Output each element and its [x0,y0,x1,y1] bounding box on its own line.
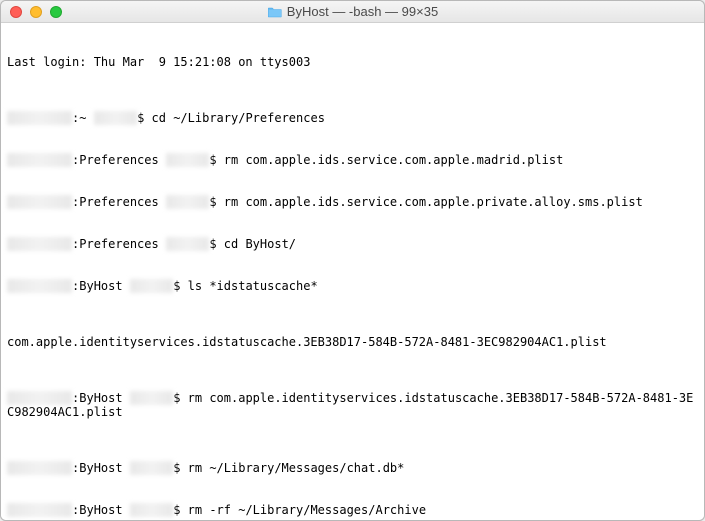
minimize-icon[interactable] [30,6,42,18]
command-line: xxxxxxxxx:Preferences xxxxxx$ cd ByHost/ [7,237,698,251]
command-line: xxxxxxxxx:Preferences xxxxxx$ rm com.app… [7,153,698,167]
output-line: com.apple.identityservices.idstatuscache… [7,335,698,349]
window-title: ByHost — -bash — 99×35 [287,4,438,19]
command-line: xxxxxxxxx:~ xxxxxx$ cd ~/Library/Prefere… [7,111,698,125]
terminal-output[interactable]: Last login: Thu Mar 9 15:21:08 on ttys00… [1,23,704,520]
window-title-group: ByHost — -bash — 99×35 [267,4,438,19]
close-icon[interactable] [10,6,22,18]
folder-icon [267,6,282,18]
command-line: xxxxxxxxx:ByHost xxxxxx$ rm ~/Library/Me… [7,461,698,475]
titlebar[interactable]: ByHost — -bash — 99×35 [1,1,704,23]
last-login-line: Last login: Thu Mar 9 15:21:08 on ttys00… [7,55,698,69]
command-line-wrapped: xxxxxxxxx:ByHost xxxxxx$ rm com.apple.id… [7,391,698,419]
window-controls [1,6,62,18]
maximize-icon[interactable] [50,6,62,18]
command-line: xxxxxxxxx:ByHost xxxxxx$ ls *idstatuscac… [7,279,698,293]
command-line: xxxxxxxxx:ByHost xxxxxx$ rm -rf ~/Librar… [7,503,698,517]
terminal-window: ByHost — -bash — 99×35 Last login: Thu M… [0,0,705,521]
command-line: xxxxxxxxx:Preferences xxxxxx$ rm com.app… [7,195,698,209]
